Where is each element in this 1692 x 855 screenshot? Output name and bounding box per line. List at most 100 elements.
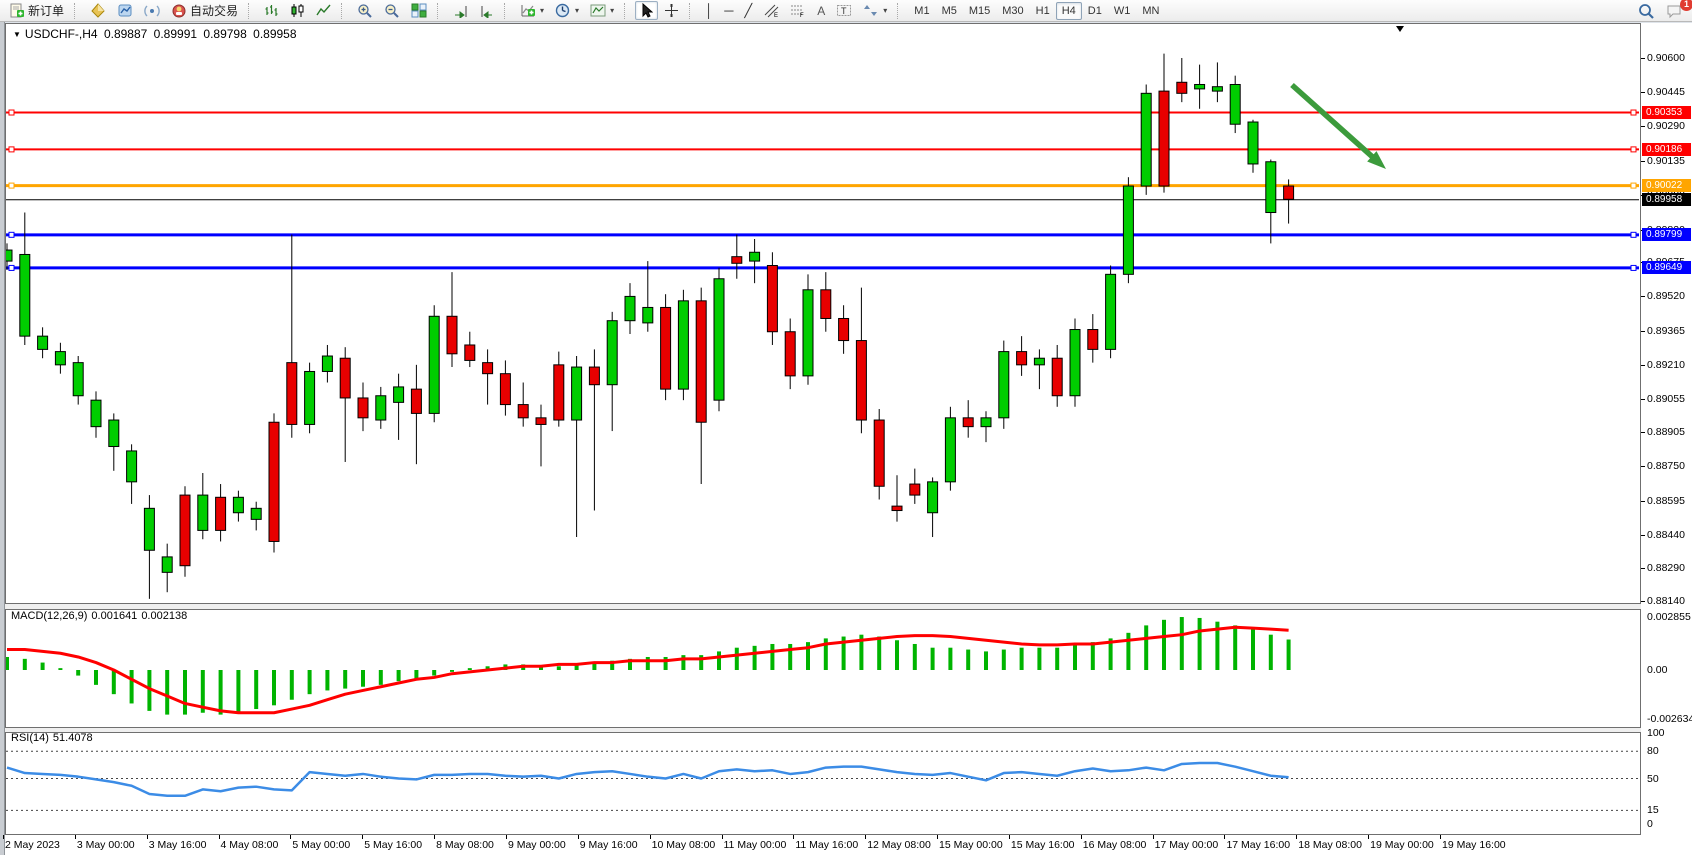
bull-candle (1034, 358, 1044, 365)
timeframe-button-mn[interactable]: MN (1136, 2, 1165, 20)
bull-candle (999, 352, 1009, 418)
price-tick (1641, 126, 1645, 127)
time-axis-label: 9 May 16:00 (580, 839, 638, 851)
bear-candle (910, 484, 920, 495)
new-order-button[interactable]: 新订单 (4, 1, 69, 20)
macd-histogram-bar (183, 670, 187, 715)
signal-button[interactable] (139, 1, 165, 20)
time-tick (1368, 835, 1369, 839)
macd-histogram-bar (717, 651, 721, 670)
bull-candle (643, 307, 653, 322)
clock-icon (555, 3, 571, 18)
bear-candle (358, 398, 368, 418)
price-tick (1641, 601, 1645, 602)
tile-windows-button[interactable] (406, 1, 432, 20)
line-endpoint-handle (1631, 183, 1636, 188)
timeframe-button-m1[interactable]: M1 (908, 2, 935, 20)
zoom-in-button[interactable] (352, 1, 378, 20)
trendline-tool[interactable]: ╱ (739, 1, 757, 20)
level-price-badge: 0.90186 (1642, 143, 1691, 156)
chart-shift-button[interactable] (474, 1, 499, 20)
line-chart-button[interactable] (311, 1, 336, 20)
bear-candle (856, 341, 866, 420)
chart-title[interactable]: ▼USDCHF-,H4 0.89887 0.89991 0.89798 0.89… (13, 27, 300, 41)
pane-splitter[interactable] (5, 727, 1641, 733)
price-tick (1641, 501, 1645, 502)
time-tick (434, 835, 435, 839)
arrows-tool[interactable]: ▾ (858, 1, 892, 20)
text-label-icon: T (836, 3, 852, 18)
price-axis-label: 0.88595 (1647, 495, 1685, 507)
macd-histogram-bar (236, 670, 240, 713)
pane-splitter[interactable] (5, 603, 1641, 610)
vertical-line-tool[interactable]: │ (700, 1, 718, 20)
macd-histogram-bar (254, 670, 258, 709)
timeframe-button-d1[interactable]: D1 (1082, 2, 1108, 20)
depth-of-market-button[interactable] (112, 1, 138, 20)
line-endpoint-handle (1631, 147, 1636, 152)
macd-histogram-bar (966, 650, 970, 670)
styler-button[interactable] (85, 1, 111, 20)
time-axis-label: 8 May 08:00 (436, 839, 494, 851)
bear-candle (465, 345, 475, 360)
rsi-indicator-label: RSI(14)51.4078 (11, 732, 97, 744)
macd-histogram-bar (41, 663, 45, 670)
candlestick-chart-button[interactable] (285, 1, 310, 20)
chevron-down-icon: ▾ (883, 6, 887, 15)
macd-histogram-bar (753, 646, 757, 670)
bear-candle (216, 497, 226, 530)
timeframe-button-w1[interactable]: W1 (1108, 2, 1137, 20)
bull-candle (394, 387, 404, 402)
timeframe-button-h1[interactable]: H1 (1030, 2, 1056, 20)
bear-candle (785, 332, 795, 376)
bar-chart-button[interactable] (259, 1, 284, 20)
timeframe-button-m15[interactable]: M15 (963, 2, 996, 20)
time-tick (219, 835, 220, 839)
timeframe-button-h4[interactable]: H4 (1056, 2, 1082, 20)
symbol-period: USDCHF-,H4 (25, 27, 98, 41)
macd-histogram-bar (1037, 648, 1041, 670)
timeframe-button-m30[interactable]: M30 (996, 2, 1029, 20)
rsi-axis-label: 50 (1647, 773, 1659, 785)
bull-candle (429, 316, 439, 413)
zoom-out-button[interactable] (379, 1, 405, 20)
time-tick (290, 835, 291, 839)
bull-candle (305, 371, 315, 424)
text-tool[interactable]: A (812, 1, 830, 20)
bull-candle (945, 418, 955, 482)
toolbar-separator (504, 3, 511, 19)
templates-button[interactable]: ▾ (585, 1, 619, 20)
notifications-button[interactable]: 1 (1661, 1, 1688, 20)
auto-scroll-button[interactable] (448, 1, 473, 20)
horizontal-line-tool[interactable]: ─ (719, 1, 738, 20)
indicators-button[interactable]: ▾ (515, 1, 549, 20)
one-click-toggle-icon[interactable]: ▼ (13, 30, 21, 39)
main-toolbar: 新订单 (0, 0, 1692, 22)
cursor-tool-button[interactable] (635, 1, 658, 20)
toolbar-separator (341, 3, 348, 19)
time-tick (1224, 835, 1225, 839)
crosshair-tool-button[interactable] (659, 1, 684, 20)
periods-button[interactable]: ▾ (550, 1, 584, 20)
equidistant-channel-tool[interactable]: E (758, 1, 784, 20)
bull-candle (233, 497, 243, 512)
bull-candle (55, 352, 65, 365)
level-price-badge: 0.89649 (1642, 261, 1691, 274)
fibonacci-tool[interactable]: F (785, 1, 811, 20)
text-label-tool[interactable]: T (831, 1, 857, 20)
search-button[interactable] (1633, 1, 1660, 20)
bull-candle (322, 356, 332, 371)
timeframe-button-m5[interactable]: M5 (936, 2, 963, 20)
bear-candle (1177, 82, 1187, 93)
level-price-badge: 0.89799 (1642, 228, 1691, 241)
arrows-icon (863, 3, 879, 18)
auto-trading-button[interactable]: 自动交易 (166, 1, 243, 20)
line-endpoint-handle (1631, 232, 1636, 237)
toolbar-separator (689, 3, 696, 19)
bear-candle (269, 422, 279, 541)
template-icon (590, 3, 606, 18)
price-tick (1641, 399, 1645, 400)
bear-candle (732, 257, 742, 264)
macd-histogram-bar (112, 670, 116, 694)
macd-histogram-bar (76, 670, 80, 676)
